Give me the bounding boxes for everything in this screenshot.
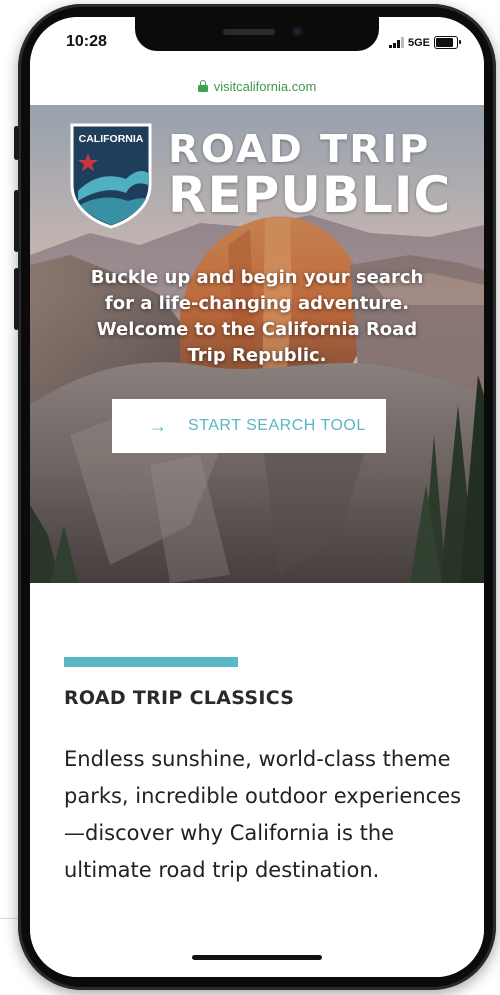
brand-line-republic: REPUBLIC <box>168 166 452 224</box>
volume-down-button <box>14 268 19 330</box>
brand-line-road-trip: ROAD TRIP <box>168 127 431 171</box>
stage: 10:28 5GE visitcalifornia.com CALIFORNIA… <box>0 0 500 995</box>
volume-up-button <box>14 190 19 252</box>
url-text: visitcalifornia.com <box>213 78 317 94</box>
speaker-grille <box>223 29 275 35</box>
mute-switch <box>14 126 19 160</box>
hero-tagline: Buckle up and begin your search for a li… <box>90 267 424 366</box>
battery-icon <box>434 36 461 49</box>
url-bar[interactable]: visitcalifornia.com <box>30 67 484 105</box>
front-camera <box>291 25 304 38</box>
status-indicators: 5GE <box>388 36 461 49</box>
home-indicator[interactable] <box>192 955 322 960</box>
section-body: Endless sunshine, world-class theme park… <box>64 747 462 882</box>
lock-icon <box>197 80 208 92</box>
start-search-tool-label: START SEARCH TOOL <box>188 417 366 434</box>
arrow-right-icon: → <box>149 415 167 436</box>
hero-banner: CALIFORNIA ROAD TRIP REPUBLIC Buckle up … <box>30 105 484 583</box>
notch <box>135 17 379 51</box>
badge-text: CALIFORNIA <box>79 133 144 145</box>
brand-title: ROAD TRIP REPUBLIC <box>168 129 451 221</box>
california-shield-logo: CALIFORNIA <box>70 123 152 229</box>
section-accent-bar <box>64 657 238 667</box>
status-time: 10:28 <box>66 33 107 50</box>
phone-screen: 10:28 5GE visitcalifornia.com CALIFORNIA… <box>30 17 484 977</box>
content-section: ROAD TRIP CLASSICS Endless sunshine, wor… <box>30 583 484 977</box>
start-search-tool-button[interactable]: → START SEARCH TOOL <box>112 399 386 453</box>
signal-icon <box>388 37 404 48</box>
network-type: 5GE <box>407 36 430 49</box>
section-title: ROAD TRIP CLASSICS <box>64 687 295 709</box>
